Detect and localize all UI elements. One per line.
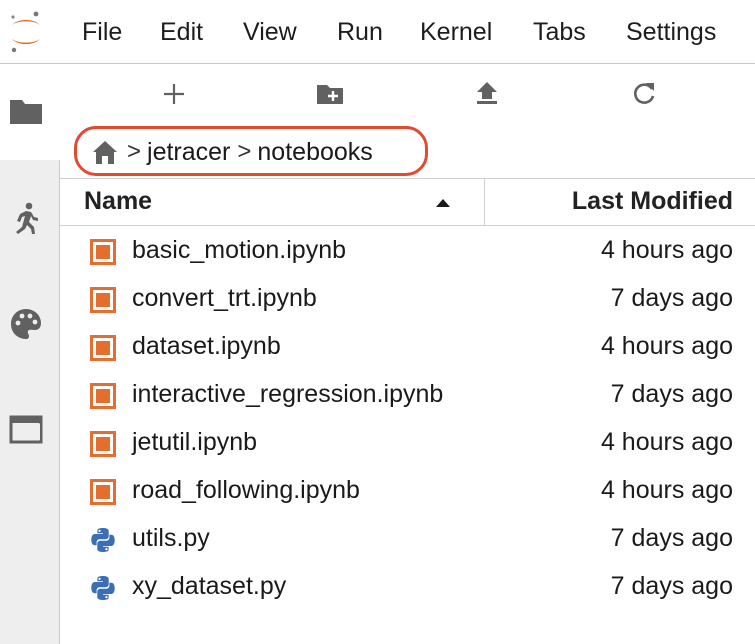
jupyter-logo-icon[interactable] (6, 8, 46, 56)
menu-edit[interactable]: Edit (160, 14, 203, 50)
notebook-icon (90, 479, 116, 505)
new-launcher-icon[interactable] (158, 78, 190, 110)
folder-icon (10, 100, 42, 124)
activity-bar (0, 64, 60, 644)
menu-tabs[interactable]: Tabs (533, 14, 586, 50)
file-modified: 4 hours ago (600, 332, 733, 360)
file-name: road_following.ipynb (132, 476, 360, 504)
running-icon[interactable] (8, 200, 44, 236)
file-modified: 7 days ago (610, 284, 733, 312)
file-modified: 7 days ago (610, 572, 733, 600)
breadcrumb-separator: > (127, 138, 142, 165)
file-name: utils.py (132, 524, 210, 552)
tabs-icon[interactable] (8, 412, 44, 448)
menu-run[interactable]: Run (337, 14, 383, 50)
new-folder-icon[interactable] (314, 78, 346, 110)
activity-tab-file-browser[interactable] (0, 64, 60, 160)
python-file-icon (91, 576, 115, 600)
jupyterlab-window: File Edit View Run Kernel Tabs Settings (0, 0, 755, 644)
file-name: jetutil.ipynb (132, 428, 258, 456)
menu-kernel[interactable]: Kernel (420, 14, 492, 50)
notebook-icon (90, 239, 116, 265)
file-browser-panel: > jetracer > notebooks Name Last Modifie… (60, 64, 755, 644)
file-name: xy_dataset.py (132, 572, 287, 600)
file-name: dataset.ipynb (132, 332, 281, 360)
file-row[interactable]: road_following.ipynb 4 hours ago (60, 468, 755, 516)
file-name: basic_motion.ipynb (132, 236, 347, 264)
palette-icon[interactable] (8, 306, 44, 342)
breadcrumb-notebooks[interactable]: notebooks (257, 138, 372, 167)
file-modified: 7 days ago (610, 380, 733, 408)
breadcrumb: > jetracer > notebooks (90, 134, 373, 170)
column-header-name[interactable]: Name (84, 187, 152, 216)
file-name: interactive_regression.ipynb (132, 380, 444, 408)
upload-icon[interactable] (471, 78, 503, 110)
file-modified: 4 hours ago (600, 476, 733, 504)
column-divider[interactable] (484, 179, 485, 225)
file-row[interactable]: convert_trt.ipynb 7 days ago (60, 276, 755, 324)
file-name: convert_trt.ipynb (132, 284, 317, 312)
file-list-header: Name Last Modified (60, 178, 755, 226)
refresh-icon[interactable] (628, 78, 660, 110)
file-row[interactable]: jetutil.ipynb 4 hours ago (60, 420, 755, 468)
notebook-icon (90, 335, 116, 361)
file-row[interactable]: xy_dataset.py 7 days ago (60, 564, 755, 612)
menu-file[interactable]: File (82, 14, 122, 50)
breadcrumb-separator: > (237, 138, 252, 165)
menu-settings[interactable]: Settings (626, 14, 716, 50)
file-modified: 4 hours ago (600, 428, 733, 456)
file-row[interactable]: basic_motion.ipynb 4 hours ago (60, 228, 755, 276)
breadcrumb-jetracer[interactable]: jetracer (147, 138, 230, 167)
sort-ascending-icon[interactable] (436, 199, 450, 207)
python-file-icon (91, 528, 115, 552)
notebook-icon (90, 383, 116, 409)
file-row[interactable]: utils.py 7 days ago (60, 516, 755, 564)
file-modified: 7 days ago (610, 524, 733, 552)
menu-view[interactable]: View (243, 14, 297, 50)
menu-bar: File Edit View Run Kernel Tabs Settings (0, 0, 755, 64)
file-row[interactable]: interactive_regression.ipynb 7 days ago (60, 372, 755, 420)
file-list: basic_motion.ipynb 4 hours ago convert_t… (60, 228, 755, 612)
file-modified: 4 hours ago (600, 236, 733, 264)
notebook-icon (90, 287, 116, 313)
file-row[interactable]: dataset.ipynb 4 hours ago (60, 324, 755, 372)
column-header-last-modified[interactable]: Last Modified (572, 187, 733, 216)
home-icon[interactable] (90, 138, 120, 166)
notebook-icon (90, 431, 116, 457)
